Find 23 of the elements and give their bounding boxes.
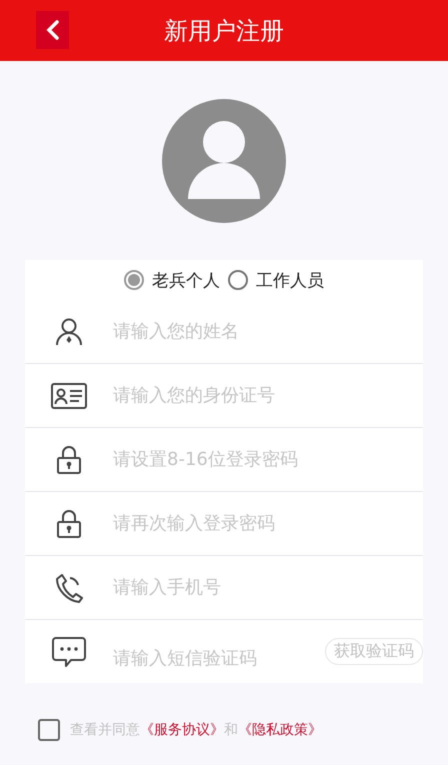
input-field[interactable]: 请再次输入登录密码 [113,508,423,538]
agree-checkbox[interactable] [38,719,60,741]
message-icon [52,636,86,668]
avatar-icon[interactable] [162,99,286,223]
input-field[interactable]: 请设置8-16位登录密码 [113,444,423,474]
back-icon [46,19,60,41]
person-icon [54,316,84,346]
back-button[interactable] [36,11,69,49]
input-field[interactable]: 请输入您的身份证号 [113,380,423,410]
lock-icon [56,508,82,538]
agreement-text: 查看并同意 [70,721,140,739]
input-field[interactable]: 请输入您的姓名 [113,316,423,346]
input-field[interactable]: 请输入短信验证码 [113,644,325,674]
agreement-text: 和 [224,721,238,739]
user-type-radio[interactable]: 工作人员 [228,268,324,292]
input-field[interactable]: 请输入手机号 [113,572,423,602]
page-title: 新用户注册 [164,16,284,46]
phone-icon [54,572,84,604]
agreement-link[interactable]: 《服务协议》 [140,721,224,739]
lock-icon [56,444,82,474]
agreement-link[interactable]: 《隐私政策》 [238,721,322,739]
id-card-icon [51,382,87,408]
user-type-radio[interactable]: 老兵个人 [124,268,220,292]
